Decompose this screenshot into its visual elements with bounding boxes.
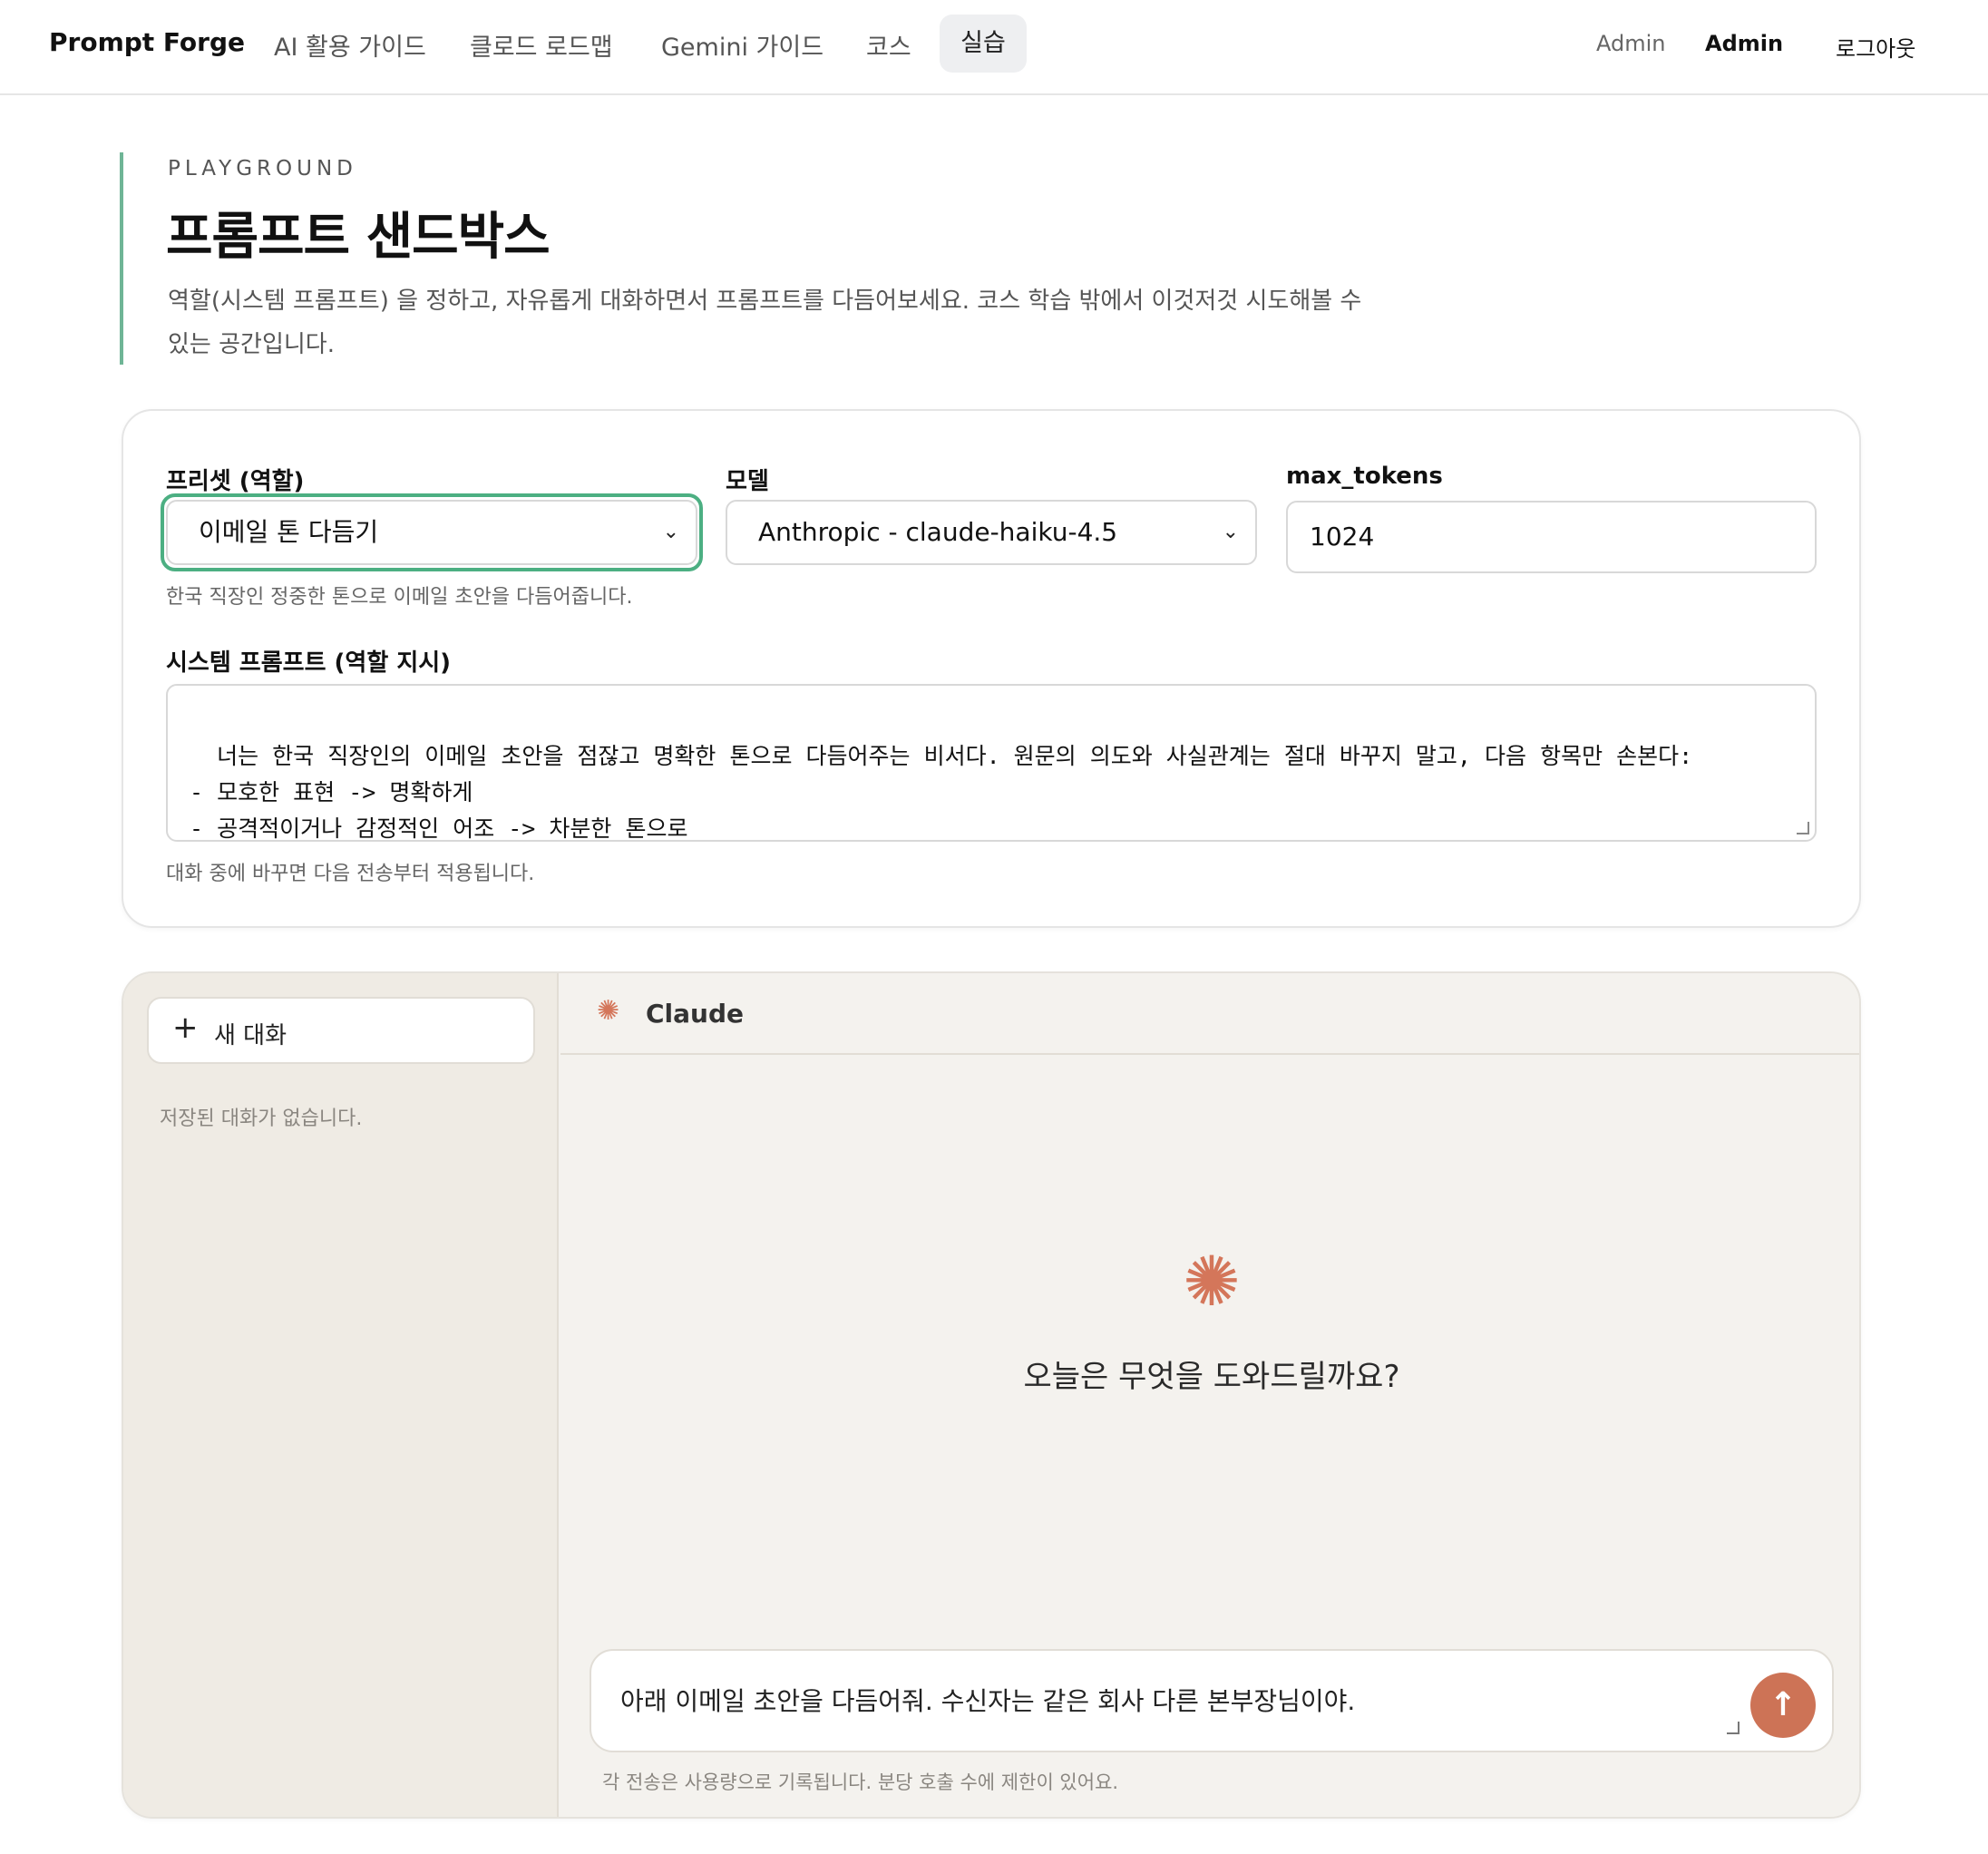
preset-hint: 한국 직장인 정중한 톤으로 이메일 초안을 다듬어줍니다. <box>166 586 633 609</box>
system-prompt-textarea[interactable]: 너는 한국 직장인의 이메일 초안을 점잖고 명확한 톤으로 다듬어주는 비서다… <box>166 684 1817 842</box>
usage-footnote: 각 전송은 사용량으로 기록됩니다. 분당 호출 수에 제한이 있어요. <box>602 1771 1119 1793</box>
chevron-down-icon: ⌄ <box>1222 521 1239 543</box>
model-select[interactable]: Anthropic - claude-haiku-4.5 ⌄ <box>726 500 1257 565</box>
conversation-sidebar: + 새 대화 저장된 대화가 없습니다. <box>123 973 559 1817</box>
system-prompt-hint: 대화 중에 바꾸면 다음 전송부터 적용됩니다. <box>166 863 535 885</box>
nav-link-ai-guide[interactable]: AI 활용 가이드 <box>274 27 426 63</box>
resize-handle-icon[interactable] <box>1727 1722 1740 1734</box>
resize-handle-icon[interactable] <box>1797 822 1809 834</box>
plus-icon: + <box>172 1010 199 1046</box>
nav-link-gemini-guide[interactable]: Gemini 가이드 <box>661 27 823 63</box>
max-tokens-value: 1024 <box>1310 522 1375 551</box>
message-composer[interactable]: 아래 이메일 초안을 다듬어줘. 수신자는 같은 회사 다른 본부장님이야. ↑ <box>590 1649 1834 1752</box>
empty-conversations-note: 저장된 대화가 없습니다. <box>160 1108 363 1130</box>
claude-spark-icon: ✺ <box>597 995 620 1027</box>
system-prompt-label: 시스템 프롬프트 (역할 지시) <box>166 649 452 677</box>
send-button[interactable]: ↑ <box>1750 1673 1816 1738</box>
chat-panel: + 새 대화 저장된 대화가 없습니다. ✺ Claude ✺ 오늘은 무엇을 … <box>122 971 1861 1819</box>
logout-button[interactable]: 로그아웃 <box>1836 31 1915 63</box>
message-input[interactable]: 아래 이메일 초안을 다듬어줘. 수신자는 같은 회사 다른 본부장님이야. <box>620 1682 1355 1718</box>
preset-label: 프리셋 (역할) <box>166 468 305 495</box>
max-tokens-label: max_tokens <box>1286 463 1443 490</box>
chat-header: ✺ Claude <box>560 973 1859 1055</box>
user-role: Admin <box>1596 31 1666 56</box>
preset-select[interactable]: 이메일 톤 다듬기 ⌄ <box>166 500 697 565</box>
arrow-up-icon: ↑ <box>1769 1686 1798 1723</box>
user-name[interactable]: Admin <box>1705 31 1783 56</box>
empty-state-greeting: 오늘은 무엇을 도와드릴까요? <box>1023 1359 1400 1395</box>
page-title: 프롬프트 샌드박스 <box>166 208 551 267</box>
preset-select-value: 이메일 톤 다듬기 <box>199 517 379 547</box>
system-prompt-text: 너는 한국 직장인의 이메일 초안을 점잖고 명확한 톤으로 다듬어주는 비서다… <box>190 743 1693 842</box>
chevron-down-icon: ⌄ <box>662 521 679 543</box>
nav-link-practice[interactable]: 실습 <box>940 15 1027 73</box>
top-nav: Prompt Forge AI 활용 가이드 클로드 로드맵 Gemini 가이… <box>0 0 1988 95</box>
nav-link-claude-roadmap[interactable]: 클로드 로드맵 <box>470 27 613 63</box>
assistant-name: Claude <box>646 999 745 1029</box>
model-select-value: Anthropic - claude-haiku-4.5 <box>758 517 1118 547</box>
new-chat-button[interactable]: + 새 대화 <box>147 997 535 1064</box>
nav-link-course[interactable]: 코스 <box>866 27 911 63</box>
new-chat-label: 새 대화 <box>214 1022 287 1049</box>
max-tokens-input[interactable]: 1024 <box>1286 501 1817 573</box>
model-label: 모델 <box>726 468 769 495</box>
page-description: 역할(시스템 프롬프트) 을 정하고, 자유롭게 대화하면서 프롬프트를 다듬어… <box>168 288 1362 358</box>
brand-logo[interactable]: Prompt Forge <box>49 27 245 57</box>
page-eyebrow: PLAYGROUND <box>168 157 357 181</box>
header-accent-bar <box>120 152 123 365</box>
chat-main: ✺ Claude ✺ 오늘은 무엇을 도와드릴까요? 아래 이메일 초안을 다듬… <box>560 973 1859 1817</box>
claude-spark-icon: ✺ <box>1183 1241 1241 1322</box>
